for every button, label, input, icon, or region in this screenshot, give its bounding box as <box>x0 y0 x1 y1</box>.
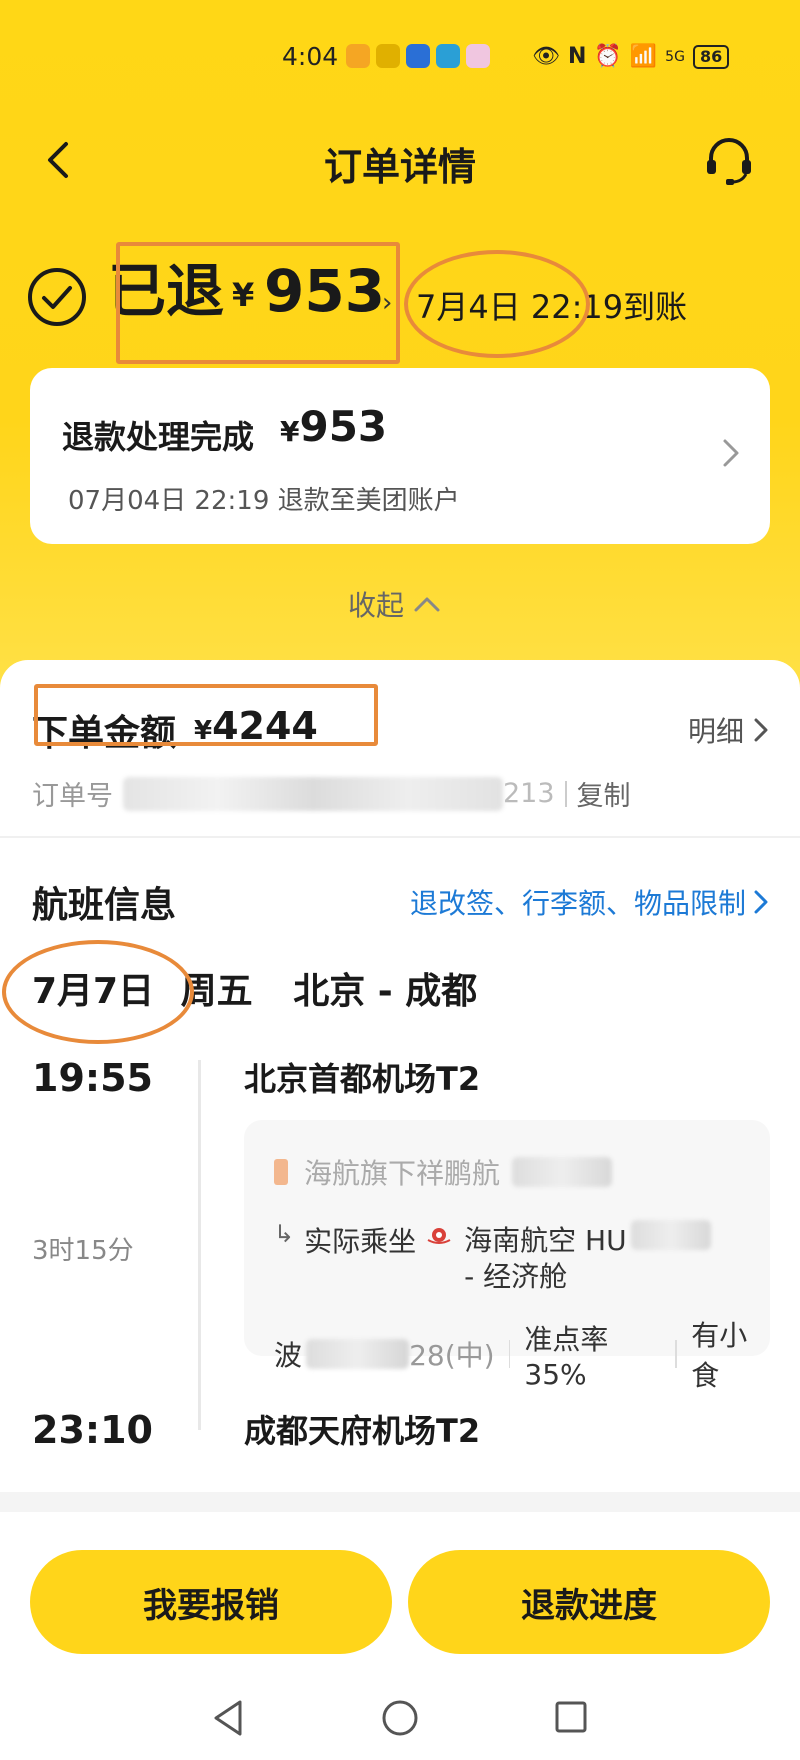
search-notification-icon <box>436 44 460 68</box>
page-title: 订单详情 <box>323 145 476 189</box>
reimburse-button[interactable]: 我要报销 <box>30 1550 392 1654</box>
timeline-line <box>198 1060 201 1430</box>
check-circle-icon <box>28 268 86 326</box>
collapse-toggle[interactable]: 收起 <box>348 584 442 624</box>
flight-duration: 3时15分 <box>32 1236 134 1266</box>
nfc-icon: N <box>567 44 587 69</box>
chevron-right-icon <box>754 718 768 742</box>
copy-button[interactable]: 复制 <box>577 774 631 813</box>
chevron-right-icon <box>754 890 768 914</box>
refund-card-currency: ¥ <box>280 415 300 448</box>
eye-icon: 👁 <box>532 44 560 69</box>
mail-notification-icon <box>346 44 370 68</box>
collapse-label: 收起 <box>348 589 405 622</box>
departure-airport: 北京首都机场T2 <box>244 1060 481 1098</box>
flight-detail-box: 海航旗下祥鹏航 ↳ 实际乘坐 海南航空 HU - 经济舱 波 28(中) 准点率… <box>244 1120 770 1392</box>
chevron-right-icon <box>723 439 739 467</box>
rules-link-label: 退改签、行李额、物品限制 <box>409 887 746 920</box>
marketing-airline-row: 海航旗下祥鹏航 <box>274 1152 613 1192</box>
actual-label: 实际乘坐 <box>304 1225 417 1258</box>
aircraft-blurred <box>306 1339 410 1369</box>
annotation-box <box>116 242 400 364</box>
status-system-icons: 👁 N ⏰ 📶 5G 86 <box>532 42 730 72</box>
aircraft-prefix: 波 <box>274 1339 303 1372</box>
flight-section-title: 航班信息 <box>32 885 177 926</box>
annotation-oval <box>404 250 590 358</box>
customer-service-icon[interactable] <box>702 134 756 188</box>
status-bar: 4:04 👁 N ⏰ 📶 5G 86 <box>0 38 800 78</box>
system-recent-apps-icon[interactable] <box>554 1700 588 1734</box>
divider <box>508 1340 511 1368</box>
app-notification-icon <box>376 44 400 68</box>
price-detail-link[interactable]: 明细 <box>688 710 768 750</box>
annotation-oval <box>2 940 194 1044</box>
order-no-label: 订单号 <box>32 781 113 812</box>
order-number-blurred <box>123 776 503 811</box>
cabin-class: - 经济舱 <box>464 1260 568 1293</box>
pinwheel-notification-icon <box>466 44 490 68</box>
refund-detail-card[interactable]: 退款处理完成 ¥ 953 07月04日 22:19 退款至美团账户 <box>30 368 770 544</box>
chevron-up-icon <box>414 597 440 612</box>
order-no-tail: 213 <box>503 778 555 809</box>
battery-icon: 86 <box>692 45 730 69</box>
airline-logo-icon <box>274 1159 288 1185</box>
operating-flight-row: ↳ 实际乘坐 海南航空 HU - 经济舱 <box>274 1220 711 1295</box>
aircraft-suffix: 28(中) <box>409 1339 495 1372</box>
departure-time: 19:55 <box>32 1056 153 1100</box>
rules-link[interactable]: 退改签、行李额、物品限制 <box>410 882 768 922</box>
hainan-airlines-logo-icon <box>427 1228 451 1244</box>
annotation-box <box>34 684 378 746</box>
status-notification-icons <box>346 44 490 68</box>
operating-flight-number-blurred <box>630 1220 711 1250</box>
system-navigation-bar <box>0 1680 800 1760</box>
refund-card-amount: 953 <box>299 402 388 451</box>
arrival-time: 23:10 <box>32 1408 153 1452</box>
operating-flight-info: 海南航空 HU - 经济舱 <box>464 1220 711 1295</box>
system-home-icon[interactable] <box>380 1698 420 1738</box>
divider <box>564 780 567 807</box>
refund-card-subtitle: 07月04日 22:19 退款至美团账户 <box>68 486 460 516</box>
operating-airline: 海南航空 HU <box>464 1220 711 1259</box>
arrival-airport: 成都天府机场T2 <box>244 1412 481 1450</box>
order-number-row: 订单号 213 复制 <box>32 774 631 813</box>
marketing-airline: 海航旗下祥鹏航 <box>304 1157 501 1190</box>
wifi-icon: 📶 <box>629 44 658 69</box>
detail-label: 明细 <box>687 715 744 748</box>
flight-number-blurred <box>512 1157 613 1187</box>
alarm-icon: ⏰ <box>594 44 622 69</box>
divider <box>675 1340 678 1368</box>
sub-arrow-icon: ↳ <box>274 1220 295 1248</box>
meal-info: 有小食 <box>691 1319 748 1392</box>
on-time-rate: 准点率35% <box>524 1322 609 1391</box>
order-detail-page: 4:04 👁 N ⏰ 📶 5G 86 订单详情 已退 ¥ 953 › 7月4日 … <box>0 0 800 1760</box>
flight-route: 北京 - 成都 <box>293 971 478 1012</box>
refund-progress-button[interactable]: 退款进度 <box>408 1550 770 1654</box>
divider <box>0 836 800 838</box>
signal-icon: 5G <box>665 49 685 65</box>
refund-card-amount-group: ¥ 953 <box>280 402 387 451</box>
refund-card-title: 退款处理完成 <box>62 418 255 456</box>
bulb-notification-icon <box>406 44 430 68</box>
system-back-icon[interactable] <box>210 1698 246 1738</box>
status-time: 4:04 <box>282 42 339 71</box>
section-gap <box>0 1492 800 1512</box>
flight-specs-row: 波 28(中) 准点率35% 有小食 <box>274 1314 770 1394</box>
